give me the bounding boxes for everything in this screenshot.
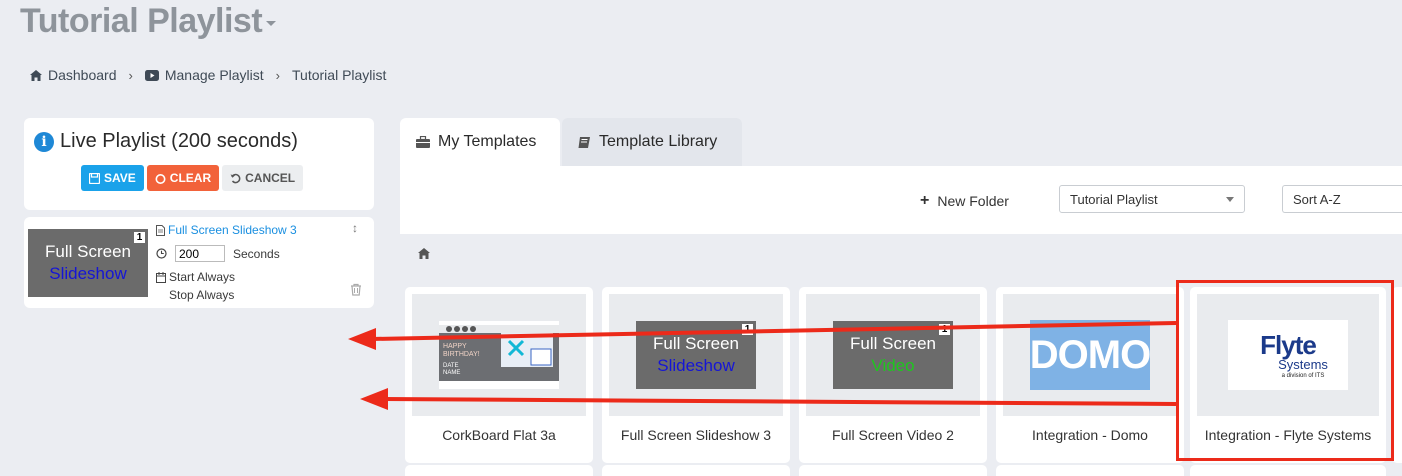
annotation-arrow-upper <box>371 321 1177 341</box>
annotation-arrowhead-lower <box>360 388 388 410</box>
annotation-arrows <box>348 321 1177 410</box>
annotation-arrow-lower <box>382 397 1177 406</box>
annotation-arrowhead-upper <box>348 328 376 350</box>
